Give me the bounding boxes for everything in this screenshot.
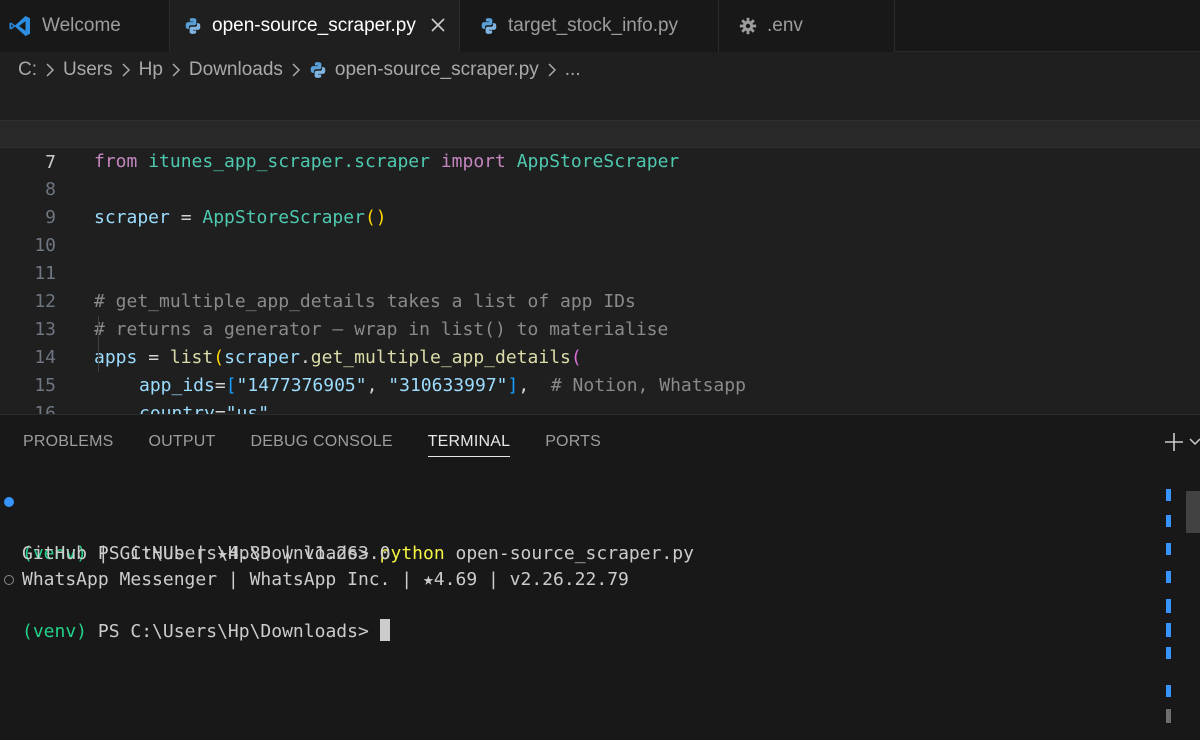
tab-welcome[interactable]: Welcome — [0, 0, 170, 52]
scroll-marker — [1166, 623, 1171, 637]
vscode-window: Welcome open-source_scraper.py target_st… — [0, 0, 1200, 740]
tab-debug-console[interactable]: DEBUG CONSOLE — [251, 415, 393, 467]
tab-target-stock-info[interactable]: target_stock_info.py — [460, 0, 719, 52]
scroll-marker — [1166, 599, 1171, 613]
code-line[interactable]: 14 app_ids=["1477376905", "310633997"], … — [0, 316, 1200, 396]
chevron-right-icon — [122, 63, 130, 77]
close-icon[interactable] — [429, 16, 447, 34]
scroll-marker — [1166, 571, 1171, 583]
tab-open-source-scraper[interactable]: open-source_scraper.py — [170, 0, 460, 52]
chevron-right-icon — [292, 63, 300, 77]
code-line[interactable]: 17 — [0, 400, 1200, 414]
panel-tab-bar: PROBLEMS OUTPUT DEBUG CONSOLE TERMINAL P… — [0, 415, 636, 467]
code-line[interactable]: 13 apps = list(scraper.get_multiple_app_… — [0, 288, 1200, 368]
vscode-logo-icon — [9, 16, 30, 36]
tab-bar-empty-space — [895, 0, 1200, 51]
terminal-line-output: WhatsApp Messenger | WhatsApp Inc. | ★4.… — [22, 569, 629, 590]
tab-label: .env — [767, 15, 803, 36]
terminal-line-prompt: (venv) PS C:\Users\Hp\Downloads> — [0, 567, 390, 642]
breadcrumb-item-drive[interactable]: C: — [18, 59, 37, 81]
breadcrumb: C: Users Hp Downloads open-source_scrape… — [0, 52, 1200, 88]
code-line[interactable]: 12 # returns a generator — wrap in list(… — [0, 260, 1200, 340]
chevron-right-icon — [46, 63, 55, 77]
terminal-line-command: (venv) PS C:\Users\Hp\Downloads> python … — [0, 489, 694, 564]
scroll-marker — [1166, 515, 1171, 527]
breadcrumb-item-file[interactable]: open-source_scraper.py — [335, 59, 539, 81]
scroll-marker — [1166, 489, 1171, 501]
terminal-scrollbar[interactable] — [1186, 491, 1200, 533]
bottom-panel: PROBLEMS OUTPUT DEBUG CONSOLE TERMINAL P… — [0, 414, 1200, 740]
scroll-marker — [1166, 685, 1171, 697]
gear-icon — [739, 17, 757, 35]
code-line-current[interactable]: 7 — [0, 120, 1200, 173]
new-terminal-plus-icon[interactable] — [1163, 431, 1185, 453]
terminal-cursor — [379, 619, 390, 641]
code-editor[interactable]: 6 from itunes_app_scraper.scraper import… — [0, 92, 1200, 414]
terminal-line-output: GitHub | GitHub | ★4.83 | v1.263.0 — [22, 543, 391, 564]
tab-label: target_stock_info.py — [508, 15, 679, 36]
python-file-icon — [310, 62, 326, 78]
code-line[interactable]: 15 country="us", — [0, 344, 1200, 414]
tab-terminal[interactable]: TERMINAL — [427, 415, 511, 467]
code-line[interactable]: 9 — [0, 176, 1200, 228]
breadcrumb-item-downloads[interactable]: Downloads — [189, 59, 283, 81]
tab-problems[interactable]: PROBLEMS — [23, 415, 114, 467]
prompt-idle-icon — [4, 575, 14, 585]
indent-guide — [98, 316, 99, 372]
code-line[interactable]: 16 )) — [0, 372, 1200, 414]
tab-output[interactable]: OUTPUT — [149, 415, 216, 467]
tab-label: open-source_scraper.py — [212, 14, 416, 36]
scroll-marker — [1166, 709, 1171, 723]
tab-ports[interactable]: PORTS — [545, 415, 601, 467]
python-file-icon — [481, 18, 497, 34]
tab-label: Welcome — [42, 15, 121, 36]
tab-env[interactable]: .env — [719, 0, 895, 52]
breadcrumb-item-users[interactable]: Users — [63, 59, 113, 81]
breadcrumb-item-hp[interactable]: Hp — [139, 59, 163, 81]
code-line[interactable]: 10 — [0, 204, 1200, 256]
chevron-right-icon — [548, 63, 556, 77]
chevron-down-icon[interactable] — [1189, 435, 1200, 449]
scroll-marker — [1166, 543, 1171, 555]
command-success-icon[interactable] — [4, 497, 14, 507]
editor-tab-bar: Welcome open-source_scraper.py target_st… — [0, 0, 1200, 52]
code-line[interactable]: 6 from itunes_app_scraper.scraper import… — [0, 92, 1200, 172]
scroll-marker — [1166, 647, 1171, 659]
code-line[interactable]: 11 # get_multiple_app_details takes a li… — [0, 232, 1200, 312]
breadcrumb-item-symbols[interactable]: ... — [565, 59, 581, 81]
chevron-right-icon — [172, 63, 180, 77]
python-file-icon — [185, 17, 201, 34]
code-line[interactable]: 8 scraper = AppStoreScraper() — [0, 148, 1200, 228]
